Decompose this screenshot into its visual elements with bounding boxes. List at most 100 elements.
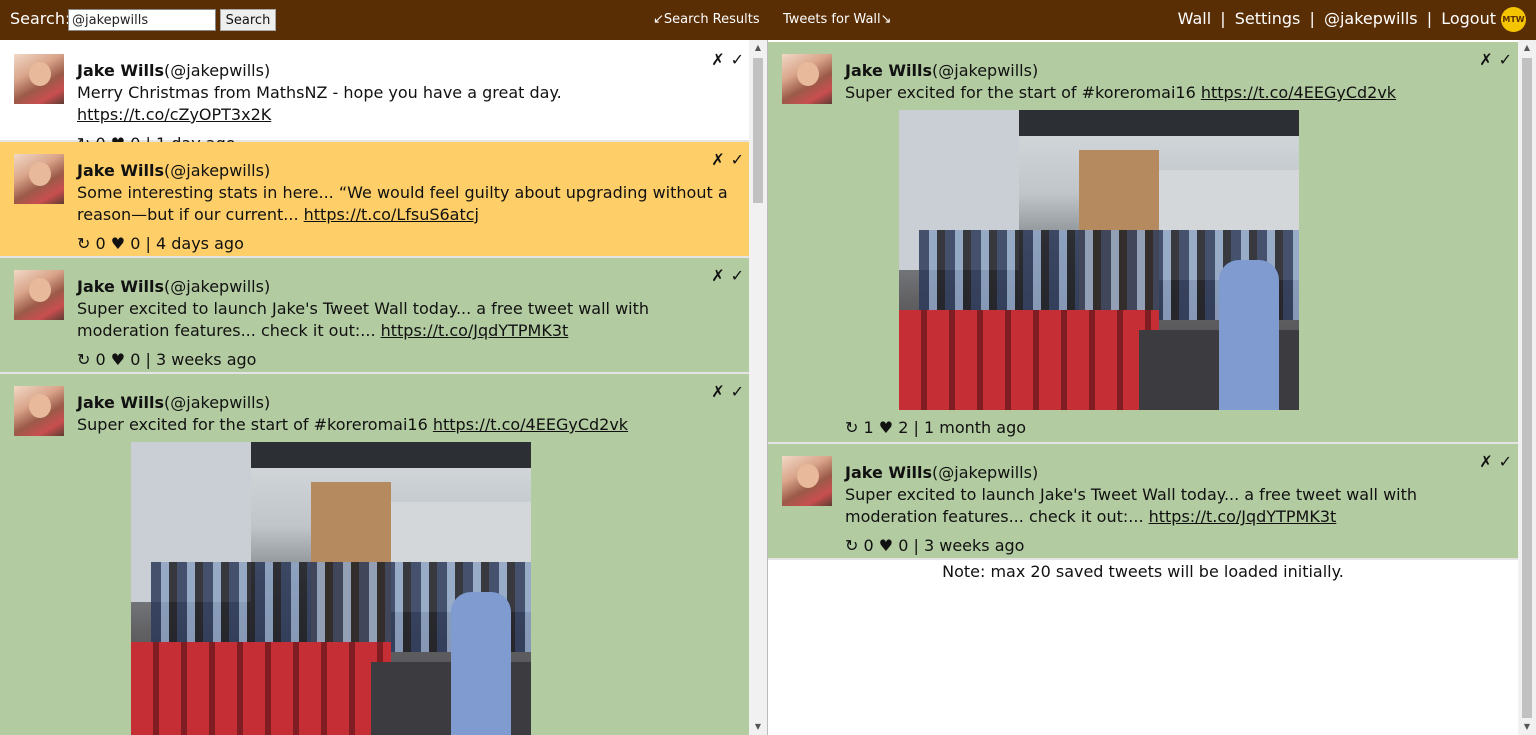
retweet-icon: ↻ xyxy=(845,418,859,437)
wall-tweets-scrollbar[interactable]: ▲ ▼ xyxy=(1518,40,1536,735)
search-results-list: ✗ ✓ Jake Wills(@jakepwills) Merry Christmas… xyxy=(0,42,750,735)
tweet-text: Super excited to launch Jake's Tweet Wal… xyxy=(845,484,1505,528)
tweet-card: ✗ ✓ Jake Wills(@jakepwills) Merry Christmas… xyxy=(0,42,750,153)
tweet-body: Jake Wills(@jakepwills) Super excited to … xyxy=(77,276,737,371)
like-icon: ♥ xyxy=(878,536,894,555)
retweet-count: 1 xyxy=(863,418,874,437)
stats-separator: | xyxy=(913,536,919,555)
nav-separator: | xyxy=(1309,9,1315,28)
tweet-card: ✗ ✓ Jake Wills(@jakepwills) Some interestin… xyxy=(0,142,750,258)
like-count: 0 xyxy=(130,234,141,253)
retweet-icon: ↻ xyxy=(845,536,859,555)
nav-settings-link[interactable]: Settings xyxy=(1235,9,1301,28)
scroll-down-arrow[interactable]: ▼ xyxy=(1518,719,1536,735)
retweet-count: 0 xyxy=(95,350,106,369)
search-input[interactable] xyxy=(68,9,216,31)
tweet-author: Jake Wills(@jakepwills) xyxy=(845,60,1505,82)
tweet-link[interactable]: https://t.co/LfsuS6atcj xyxy=(304,205,479,224)
tweet-link[interactable]: https://t.co/4EEGyCd2vk xyxy=(433,415,628,434)
nav-logout-link[interactable]: Logout xyxy=(1441,9,1496,28)
photo-detail xyxy=(131,642,391,735)
tweet-link[interactable]: https://t.co/4EEGyCd2vk xyxy=(1201,83,1396,102)
tweet-link[interactable]: https://t.co/cZyOPT3x2K xyxy=(77,105,271,124)
tweet-author: Jake Wills(@jakepwills) xyxy=(845,462,1505,484)
avatar-face xyxy=(29,394,51,418)
photo-detail xyxy=(1219,260,1279,410)
nav-separator: | xyxy=(1220,9,1226,28)
retweet-icon: ↻ xyxy=(77,350,91,369)
scroll-thumb[interactable] xyxy=(753,58,763,203)
tweet-text: Super excited to launch Jake's Tweet Wal… xyxy=(77,298,737,342)
nav-wall-link[interactable]: Wall xyxy=(1178,9,1212,28)
top-bar: Search: Search ↙Search Results Tweets fo… xyxy=(0,0,1536,40)
author-name: Jake Wills xyxy=(77,393,165,412)
author-name: Jake Wills xyxy=(77,61,165,80)
tweet-time: 3 weeks ago xyxy=(155,350,257,369)
stats-separator: | xyxy=(145,350,151,369)
like-icon: ♥ xyxy=(110,350,126,369)
avatar xyxy=(14,386,64,436)
photo-detail xyxy=(451,592,511,735)
scroll-up-arrow[interactable]: ▲ xyxy=(1518,40,1536,56)
nav-user-link[interactable]: @jakepwills xyxy=(1324,9,1418,28)
avatar xyxy=(782,456,832,506)
author-handle[interactable]: (@jakepwills) xyxy=(164,277,270,296)
retweet-count: 0 xyxy=(95,234,106,253)
tweet-text-content: Super excited for the start of #koreroma… xyxy=(845,83,1201,102)
avatar-face xyxy=(29,278,51,302)
stats-separator: | xyxy=(145,234,151,253)
wall-note: Note: max 20 saved tweets will be loaded… xyxy=(942,562,1344,581)
tweet-text-content: Super excited for the start of #koreroma… xyxy=(77,415,433,434)
tweet-link[interactable]: https://t.co/JqdYTPMK3t xyxy=(1149,507,1337,526)
author-handle[interactable]: (@jakepwills) xyxy=(932,463,1038,482)
author-handle[interactable]: (@jakepwills) xyxy=(932,61,1038,80)
wall-tweets-list: ✗ ✓ Jake Wills(@jakepwills) Super excited f… xyxy=(768,42,1518,581)
photo-detail xyxy=(899,310,1159,410)
nav-separator: | xyxy=(1426,9,1433,28)
tweet-stats: ↻ 1 ♥ 2 | 1 month ago xyxy=(845,417,1505,439)
scroll-up-arrow[interactable]: ▲ xyxy=(749,40,767,56)
tweet-card: ✗ ✓ Jake Wills(@jakepwills) Super excited t… xyxy=(0,258,750,374)
author-name: Jake Wills xyxy=(845,463,933,482)
tweet-body: Jake Wills(@jakepwills) Super excited for… xyxy=(845,60,1505,439)
wall-tweets-pane: ✗ ✓ Jake Wills(@jakepwills) Super excited f… xyxy=(768,40,1536,735)
tweet-card: ✗ ✓ Jake Wills(@jakepwills) Super excited t… xyxy=(768,444,1518,560)
tweet-author: Jake Wills(@jakepwills) xyxy=(77,60,737,82)
author-name: Jake Wills xyxy=(845,61,933,80)
tweet-photo[interactable] xyxy=(131,442,531,735)
avatar xyxy=(14,54,64,104)
search-results-scrollbar[interactable]: ▲ ▼ xyxy=(749,40,767,735)
search-button[interactable]: Search xyxy=(220,9,276,31)
tweet-photo[interactable] xyxy=(899,110,1299,410)
avatar-face xyxy=(29,162,51,186)
author-handle[interactable]: (@jakepwills) xyxy=(164,161,270,180)
stats-separator: | xyxy=(913,418,919,437)
tweet-link[interactable]: https://t.co/JqdYTPMK3t xyxy=(381,321,569,340)
tweet-stats: ↻ 0 ♥ 0 | 3 weeks ago xyxy=(845,535,1505,557)
app-logo: MTW xyxy=(1501,7,1526,32)
author-handle[interactable]: (@jakepwills) xyxy=(164,393,270,412)
tweet-stats: ↻ 0 ♥ 0 | 4 days ago xyxy=(77,233,737,255)
author-name: Jake Wills xyxy=(77,161,165,180)
scroll-thumb[interactable] xyxy=(1522,58,1532,718)
author-handle[interactable]: (@jakepwills) xyxy=(164,61,270,80)
tweet-time: 3 weeks ago xyxy=(923,536,1025,555)
tweet-text: Some interesting stats in here... “We wo… xyxy=(77,182,737,226)
tweet-text: Super excited for the start of #koreroma… xyxy=(845,82,1505,104)
tweet-text-content: Merry Christmas from MathsNZ - hope you … xyxy=(77,83,562,102)
like-count: 2 xyxy=(898,418,909,437)
tweet-author: Jake Wills(@jakepwills) xyxy=(77,160,737,182)
avatar-face xyxy=(797,464,819,488)
tweet-time: 4 days ago xyxy=(155,234,244,253)
retweet-icon: ↻ xyxy=(77,234,91,253)
like-count: 0 xyxy=(898,536,909,555)
author-name: Jake Wills xyxy=(77,277,165,296)
tweet-body: Jake Wills(@jakepwills) Super excited for… xyxy=(77,392,737,735)
tweet-text: Super excited for the start of #koreroma… xyxy=(77,414,737,436)
tweet-text: Merry Christmas from MathsNZ - hope you … xyxy=(77,82,737,126)
search-label: Search: xyxy=(10,9,71,28)
tweet-author: Jake Wills(@jakepwills) xyxy=(77,276,737,298)
scroll-down-arrow[interactable]: ▼ xyxy=(749,719,767,735)
tweet-card: ✗ ✓ Jake Wills(@jakepwills) Super excited f… xyxy=(768,42,1518,444)
tweet-stats: ↻ 0 ♥ 0 | 3 weeks ago xyxy=(77,349,737,371)
